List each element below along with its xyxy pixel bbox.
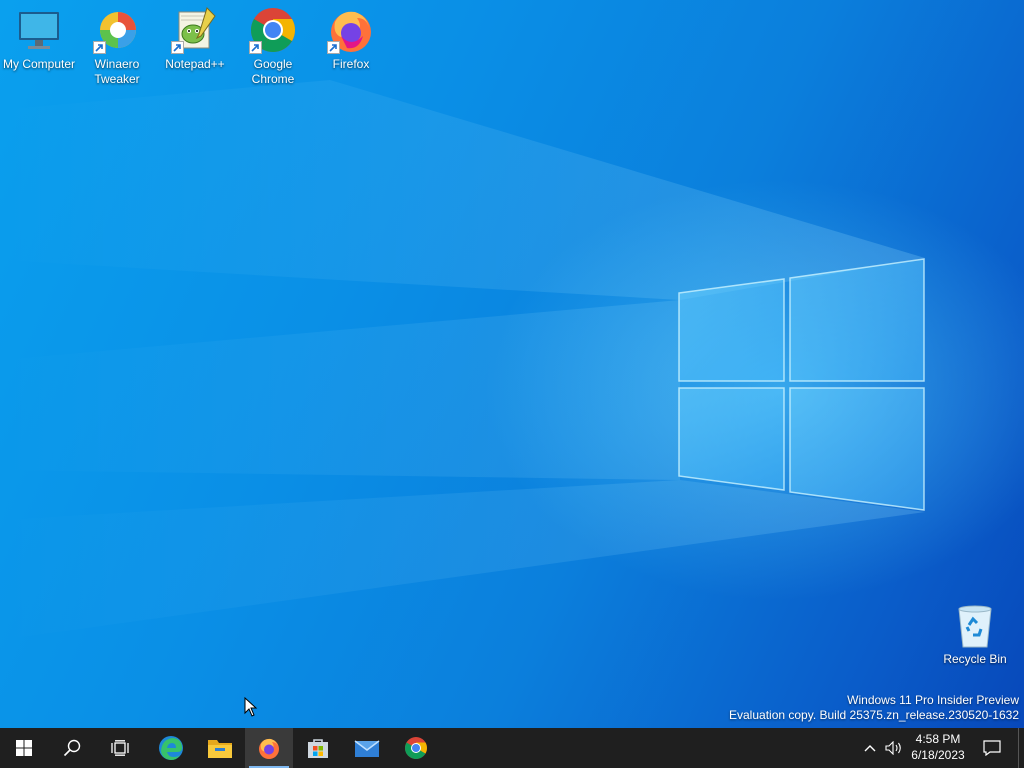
desktop-icon-firefox[interactable]: Firefox: [312, 0, 390, 72]
taskbar-edge-button[interactable]: [147, 728, 195, 768]
show-hidden-icons-button[interactable]: [860, 728, 880, 768]
taskbar-mail-button[interactable]: [343, 728, 391, 768]
speaker-icon: [885, 741, 901, 755]
desktop-icon-recycle-bin[interactable]: Recycle Bin: [936, 595, 1014, 667]
search-icon: [63, 739, 81, 757]
desktop-icon-google-chrome[interactable]: Google Chrome: [234, 0, 312, 87]
chevron-up-icon: [864, 745, 876, 752]
action-center-button[interactable]: [978, 728, 1006, 768]
evaluation-watermark: Windows 11 Pro Insider Preview Evaluatio…: [729, 693, 1019, 723]
taskbar-microsoft-store-button[interactable]: [294, 728, 342, 768]
task-view-icon: [111, 740, 129, 756]
desktop-icon-label: My Computer: [2, 57, 76, 71]
recycle-bin-icon: [951, 601, 999, 649]
show-desktop-button[interactable]: [1018, 728, 1024, 768]
taskbar-file-explorer-button[interactable]: [196, 728, 244, 768]
clock-time: 4:58 PM: [915, 732, 961, 746]
chrome-icon: [249, 6, 297, 54]
action-center-icon: [983, 740, 1001, 756]
start-button[interactable]: [0, 728, 48, 768]
monitor-icon: [15, 6, 63, 54]
firefox-icon: [327, 6, 375, 54]
clock-date: 6/18/2023: [911, 748, 965, 762]
firefox-icon: [259, 738, 279, 759]
shortcut-arrow-icon: [327, 41, 340, 54]
search-button[interactable]: [48, 728, 96, 768]
desktop-icon-label: Firefox: [332, 57, 370, 71]
desktop-icon-my-computer[interactable]: My Computer: [0, 0, 78, 72]
taskbar-chrome-button[interactable]: [392, 728, 440, 768]
watermark-line-build: Evaluation copy. Build 25375.zn_release.…: [729, 708, 1019, 722]
desktop-icon-label: Notepad++: [165, 57, 225, 71]
watermark-line-edition: Windows 11 Pro Insider Preview: [847, 693, 1019, 707]
edge-icon: [159, 736, 183, 760]
folder-icon: [208, 740, 232, 758]
taskbar-firefox-button[interactable]: [245, 728, 293, 768]
taskbar: 4:58 PM 6/18/2023: [0, 728, 1024, 768]
desktop-icon-winaero-tweaker[interactable]: Winaero Tweaker: [78, 0, 156, 87]
desktop: My Computer Winaero Tweaker Notepad++ Go…: [0, 0, 1024, 728]
windows-logo-icon: [16, 740, 32, 756]
shortcut-arrow-icon: [249, 41, 262, 54]
clock-button[interactable]: 4:58 PM 6/18/2023: [904, 731, 972, 763]
desktop-icon-label: Recycle Bin: [943, 652, 1007, 666]
desktop-icon-notepadpp[interactable]: Notepad++: [156, 0, 234, 72]
task-view-button[interactable]: [96, 728, 144, 768]
chrome-icon: [405, 737, 427, 759]
mouse-pointer-icon: [244, 697, 258, 717]
shortcut-arrow-icon: [171, 41, 184, 54]
shortcut-arrow-icon: [93, 41, 106, 54]
notepadpp-icon: [171, 6, 219, 54]
desktop-icon-label: Winaero Tweaker: [94, 57, 140, 86]
store-icon: [308, 739, 328, 758]
volume-button[interactable]: [882, 728, 906, 768]
mail-icon: [354, 740, 380, 757]
winaero-tweaker-icon: [93, 6, 141, 54]
desktop-icon-label: Google Chrome: [251, 57, 295, 86]
